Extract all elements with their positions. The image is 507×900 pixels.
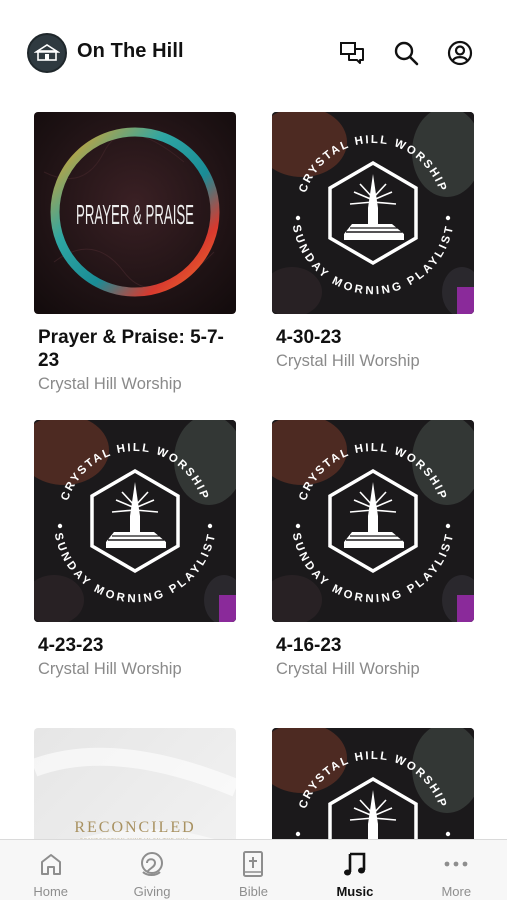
tab-label: Music [336,884,374,899]
album-artist: Crystal Hill Worship [276,352,420,370]
more-dots-icon [442,850,470,878]
giving-icon [138,850,166,878]
tab-giving[interactable]: Giving [101,840,202,900]
album-title[interactable]: 4-23-23 [38,634,234,657]
tab-music[interactable]: Music [304,840,405,900]
search-icon[interactable] [392,39,420,67]
church-logo[interactable] [27,33,67,73]
album-card[interactable]: CRYSTAL HILL WORSHIP SUNDAY MORNING PLAY… [34,420,236,680]
tab-label: Bible [239,884,268,899]
album-cover-sunday-playlist[interactable]: CRYSTAL HILL WORSHIP SUNDAY MORNING PLAY… [272,112,474,314]
tab-label: More [441,884,472,899]
church-logo-icon [34,44,60,61]
album-artist: Crystal Hill Worship [38,660,182,678]
bible-icon [239,850,267,878]
album-title[interactable]: Prayer & Praise: 5-7-23 [38,326,234,372]
album-artist: Crystal Hill Worship [38,375,182,393]
album-title[interactable]: 4-30-23 [276,326,472,349]
profile-icon[interactable] [446,39,474,67]
tab-more[interactable]: More [406,840,507,900]
album-card[interactable]: CRYSTAL HILL WORSHIP SUNDAY MORNING PLAY… [272,420,474,680]
album-cover-sunday-playlist[interactable]: CRYSTAL HILL WORSHIP SUNDAY MORNING PLAY… [34,420,236,622]
app-title: On The Hill [77,40,184,62]
bottom-tab-bar: Home Giving Bible Music More [0,839,507,900]
tab-label: Giving [133,884,171,899]
svg-text:RECONCILED: RECONCILED [74,819,195,836]
home-icon [37,850,65,878]
album-card[interactable]: CRYSTAL HILL WORSHIP SUNDAY MORNING PLAY… [272,112,474,372]
svg-text:PRAYER & PRAISE: PRAYER & PRAISE [76,199,194,230]
app-header: On The Hill [0,28,507,78]
album-cover-sunday-playlist[interactable]: CRYSTAL HILL WORSHIP SUNDAY MORNING PLAY… [272,420,474,622]
tab-bible[interactable]: Bible [203,840,304,900]
album-title[interactable]: 4-16-23 [276,634,472,657]
album-cover-prayer-praise[interactable]: PRAYER & PRAISE [34,112,236,314]
tab-home[interactable]: Home [0,840,101,900]
music-note-icon [341,850,369,878]
tab-label: Home [33,884,69,899]
album-card[interactable]: PRAYER & PRAISE Prayer & Praise: 5-7-23 … [34,112,236,395]
chat-icon[interactable] [338,39,366,67]
album-artist: Crystal Hill Worship [276,660,420,678]
